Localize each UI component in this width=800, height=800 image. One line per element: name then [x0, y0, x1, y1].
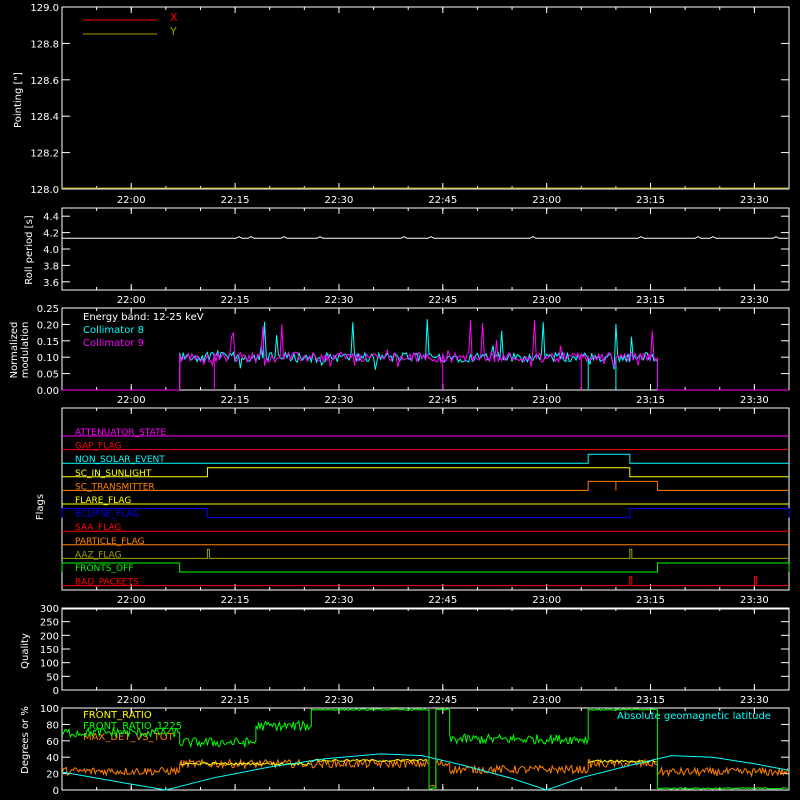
y-tick-label: 300	[40, 604, 59, 615]
y-tick-label: 250	[40, 618, 59, 629]
time-tick-label: 22:00	[117, 195, 146, 206]
time-tick-label: 22:45	[428, 395, 457, 406]
time-tick-label: 22:15	[221, 295, 250, 306]
time-tick-label: 22:00	[117, 595, 146, 606]
y-tick-label: 3.6	[43, 278, 59, 289]
y-tick-label: 0	[53, 686, 59, 697]
time-tick-label: 22:45	[428, 595, 457, 606]
time-tick-label: 22:45	[428, 195, 457, 206]
time-tick-label: 22:30	[325, 195, 354, 206]
modulation-ylabel-line1: Normalized	[9, 322, 20, 379]
legend-x-label: X	[170, 11, 178, 24]
y-tick-label: 4.0	[43, 245, 59, 256]
time-tick-label: 22:30	[325, 595, 354, 606]
y-tick-label: 0.00	[37, 386, 59, 397]
flag-label: FRONTS_OFF	[75, 564, 133, 574]
time-tick-label: 22:00	[117, 395, 146, 406]
y-tick-label: 50	[46, 672, 59, 683]
y-tick-label: 128.4	[30, 112, 59, 123]
y-tick-label: 20	[46, 770, 59, 781]
time-tick-label: 23:15	[636, 395, 665, 406]
quality-ylabel: Quality	[20, 633, 31, 669]
y-tick-label: 0.20	[37, 320, 59, 331]
y-tick-label: 0.15	[37, 337, 59, 348]
time-tick-label: 23:30	[740, 395, 769, 406]
flags-ylabel: Flags	[35, 494, 46, 520]
time-tick-label: 23:15	[636, 695, 665, 706]
time-tick-label: 22:15	[221, 695, 250, 706]
time-tick-label: 23:00	[532, 295, 561, 306]
time-tick-label: 22:45	[428, 695, 457, 706]
y-tick-label: 100	[40, 704, 59, 715]
y-tick-label: 4.4	[43, 212, 59, 223]
time-tick-label: 22:30	[325, 695, 354, 706]
y-tick-label: 60	[46, 737, 59, 748]
y-tick-label: 80	[46, 720, 59, 731]
time-tick-label: 23:00	[532, 195, 561, 206]
time-tick-label: 23:30	[740, 595, 769, 606]
time-tick-label: 22:30	[325, 395, 354, 406]
time-tick-label: 23:15	[636, 295, 665, 306]
ratios-ylabel: Degrees or %	[20, 706, 31, 774]
y-tick-label: 100	[40, 659, 59, 670]
time-tick-label: 22:15	[221, 595, 250, 606]
legend-front-ratio: FRONT_RATIO	[83, 710, 152, 721]
time-tick-label: 23:30	[740, 695, 769, 706]
y-tick-label: 3.8	[43, 261, 59, 272]
y-tick-label: 40	[46, 753, 59, 764]
time-tick-label: 23:30	[740, 295, 769, 306]
time-tick-label: 23:30	[740, 195, 769, 206]
y-tick-label: 0.10	[37, 353, 59, 364]
y-tick-label: 128.0	[30, 185, 59, 196]
y-tick-label: 4.2	[43, 229, 59, 240]
pointing-ylabel: Pointing ["]	[13, 72, 24, 128]
y-tick-label: 0	[53, 786, 59, 797]
y-tick-label: 0.05	[37, 370, 59, 381]
roll-ylabel: Roll period [s]	[24, 215, 35, 284]
time-tick-label: 23:15	[636, 595, 665, 606]
time-tick-label: 22:00	[117, 695, 146, 706]
y-tick-label: 128.2	[30, 149, 59, 160]
legend-y-label: Y	[169, 25, 177, 38]
legend-collimator-8: Collimator 8	[83, 325, 144, 336]
time-tick-label: 23:00	[532, 595, 561, 606]
modulation-ylabel-line2: modulation	[20, 322, 31, 379]
energy-band-annotation: Energy band: 12-25 keV	[83, 312, 204, 323]
legend-collimator-9: Collimator 9	[83, 338, 144, 349]
y-tick-label: 128.8	[30, 39, 59, 50]
time-tick-label: 23:15	[636, 195, 665, 206]
flag-label: ECLIPSE_FLAG	[75, 510, 139, 520]
time-tick-label: 22:15	[221, 395, 250, 406]
y-tick-label: 128.6	[30, 76, 59, 87]
y-tick-label: 129.0	[30, 3, 59, 14]
time-tick-label: 22:45	[428, 295, 457, 306]
time-tick-label: 23:00	[532, 395, 561, 406]
y-tick-label: 200	[40, 631, 59, 642]
time-tick-label: 22:00	[117, 295, 146, 306]
time-tick-label: 22:15	[221, 195, 250, 206]
geomagnetic-latitude-label: Absolute geomagnetic latitude	[617, 711, 771, 722]
y-tick-label: 0.25	[37, 304, 59, 315]
y-tick-label: 150	[40, 645, 59, 656]
time-tick-label: 22:30	[325, 295, 354, 306]
hessi-observing-summary-figure: Pointing ["] X Y 22:00 22:15 22:30 22:45 23:…	[0, 0, 800, 800]
time-tick-label: 23:00	[532, 695, 561, 706]
